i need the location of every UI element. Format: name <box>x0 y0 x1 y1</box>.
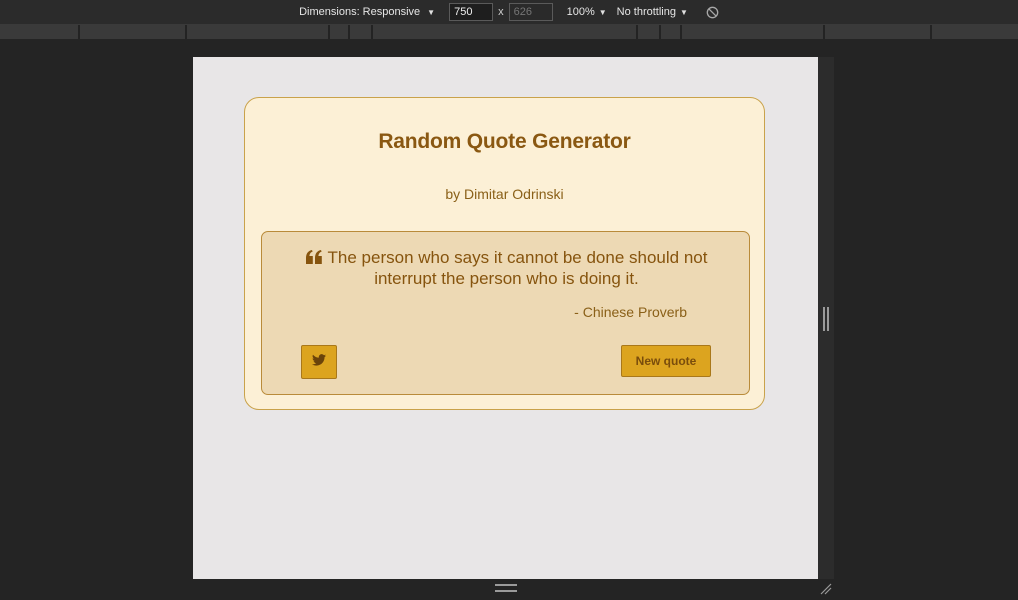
media-query-segment[interactable] <box>350 25 373 39</box>
zoom-dropdown[interactable]: 100% ▼ <box>567 6 617 18</box>
bottom-resize-handle[interactable] <box>495 584 517 592</box>
throttling-dropdown[interactable]: No throttling ▼ <box>617 6 700 18</box>
width-input[interactable] <box>449 3 494 21</box>
throttling-label: No throttling <box>616 6 676 18</box>
caret-down-icon: ▼ <box>598 7 607 17</box>
page-title: Random Quote Generator <box>378 130 631 153</box>
devtools-toolbar: Dimensions: Responsive ▼ x 100% ▼ No thr… <box>0 0 1018 25</box>
caret-down-icon: ▼ <box>427 7 436 17</box>
media-query-segment[interactable] <box>638 25 661 39</box>
quote-author: - Chinese Proverb <box>574 304 687 320</box>
zoom-label: 100% <box>566 6 595 18</box>
quote-text: The person who says it cannot be done sh… <box>327 248 708 288</box>
media-query-segment[interactable] <box>80 25 187 39</box>
height-input[interactable] <box>508 3 553 21</box>
twitter-icon <box>312 353 326 371</box>
times-separator: x <box>498 6 504 18</box>
media-query-segment[interactable] <box>932 25 1018 39</box>
quote-box: The person who says it cannot be done sh… <box>261 231 750 395</box>
caret-down-icon: ▼ <box>679 7 688 17</box>
dimensions-dropdown[interactable]: Dimensions: Responsive ▼ <box>299 6 449 18</box>
media-query-segment[interactable] <box>373 25 638 39</box>
tweet-button[interactable] <box>301 345 337 379</box>
corner-resize-icon[interactable] <box>820 582 832 595</box>
media-query-segment[interactable] <box>682 25 825 39</box>
media-query-segment[interactable] <box>825 25 932 39</box>
quote-left-icon <box>305 249 322 269</box>
media-query-segment[interactable] <box>0 25 80 39</box>
media-query-segment[interactable] <box>330 25 350 39</box>
quote-card: Random Quote Generator by Dimitar Odrins… <box>244 97 765 410</box>
author-byline: by Dimitar Odrinski <box>445 186 564 202</box>
media-query-bar <box>0 25 1018 39</box>
dimensions-label: Dimensions: Responsive <box>299 6 421 18</box>
quote-text-container: The person who says it cannot be done sh… <box>292 248 721 289</box>
right-resize-handle[interactable] <box>823 307 829 331</box>
media-query-segment[interactable] <box>661 25 682 39</box>
media-query-segment[interactable] <box>187 25 330 39</box>
new-quote-button[interactable]: New quote <box>621 345 711 377</box>
rotate-icon[interactable] <box>706 6 719 19</box>
responsive-viewport: Random Quote Generator by Dimitar Odrins… <box>193 57 818 579</box>
